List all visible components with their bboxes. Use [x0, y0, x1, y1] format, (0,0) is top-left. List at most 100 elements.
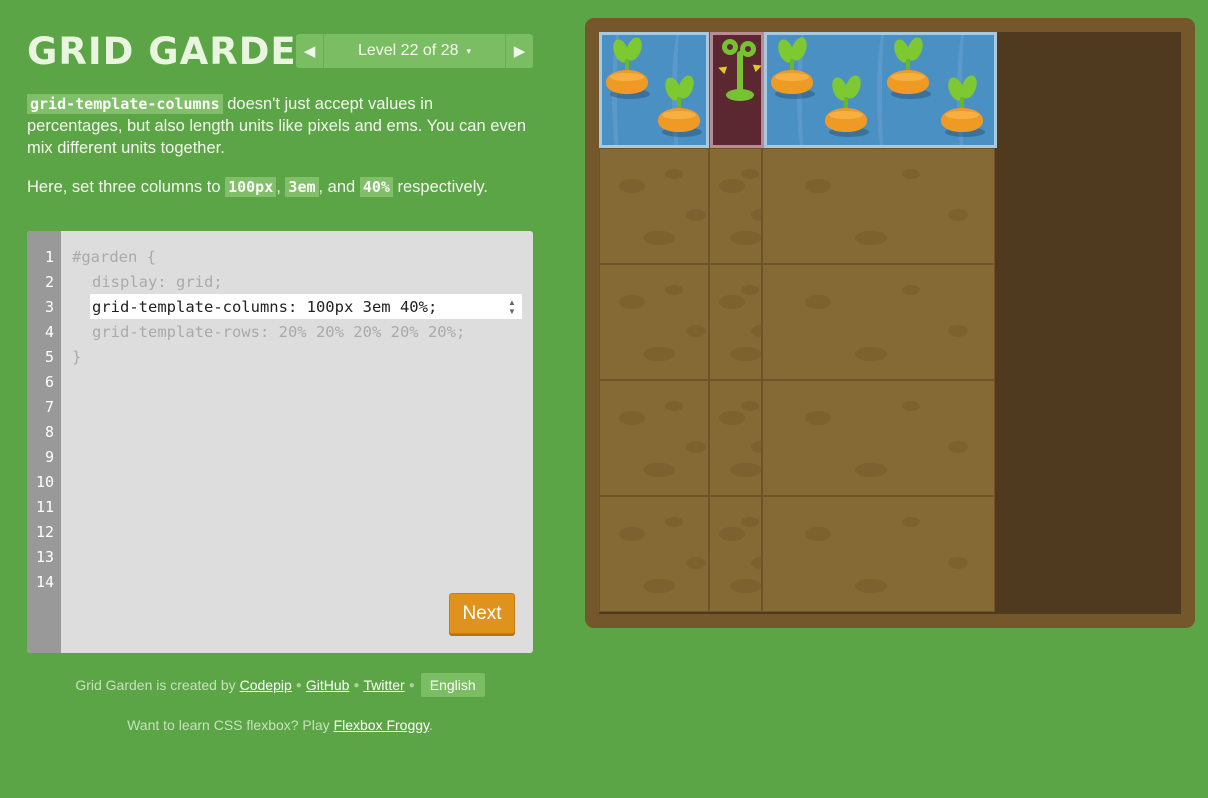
triangle-down-icon: ▼: [508, 306, 516, 316]
app-title: GRID GARDEN: [27, 30, 329, 73]
code-line: #garden {: [72, 248, 156, 266]
pebble: [804, 411, 831, 425]
pebble: [804, 295, 831, 309]
line-number: 12: [35, 523, 54, 541]
pebble: [740, 401, 759, 411]
code-input-row: ▲▼: [90, 294, 522, 319]
weed-bed: [710, 32, 764, 148]
level-indicator-dropdown[interactable]: Level 22 of 28 ▾: [324, 42, 505, 60]
pebble: [947, 557, 968, 569]
bullet-separator: ●: [295, 679, 302, 691]
line-number-gutter: 1 2 3 4 5 6 7 8 9 10 11 12 13 14: [27, 231, 61, 653]
next-level-button[interactable]: ▶: [505, 34, 533, 68]
line-number: 1: [44, 248, 54, 266]
pebble: [719, 179, 746, 193]
soil-cell: [709, 264, 762, 380]
pebble: [750, 325, 761, 337]
pebble: [730, 231, 761, 245]
instruction-text: respectively.: [392, 178, 488, 196]
caret-down-icon: ▾: [466, 45, 472, 56]
soil-cell: [762, 264, 995, 380]
triangle-up-icon: ▲: [508, 297, 516, 307]
instruction-text: Here, set three columns to: [27, 178, 226, 196]
carrot-icon: [606, 35, 650, 99]
line-number: 7: [44, 398, 54, 416]
twitter-link[interactable]: Twitter: [363, 677, 404, 693]
code-term: 3em: [285, 177, 319, 197]
soil-cell: [599, 148, 709, 264]
flexbox-froggy-link[interactable]: Flexbox Froggy: [334, 717, 429, 733]
flexbox-suffix: .: [429, 717, 433, 733]
line-number: 11: [35, 498, 54, 516]
pebble: [619, 527, 646, 541]
next-button[interactable]: Next: [449, 593, 515, 634]
codepip-link[interactable]: Codepip: [240, 677, 292, 693]
line-number: 14: [35, 573, 54, 591]
code-line: grid-template-rows: 20% 20% 20% 20% 20%;: [92, 323, 466, 341]
carrot-icon: [658, 73, 702, 137]
pebble: [643, 579, 676, 593]
pebble: [740, 285, 759, 295]
code-editor: 1 2 3 4 5 6 7 8 9 10 11 12 13 14 #garden { display: g…: [27, 231, 533, 653]
pebble: [686, 557, 707, 569]
pebble: [855, 231, 888, 245]
line-number: 3: [44, 298, 54, 316]
pebble: [643, 347, 676, 361]
water-bed-1: [599, 32, 709, 148]
pebble: [643, 231, 676, 245]
pebble: [947, 209, 968, 221]
water-bed-2: [764, 32, 997, 148]
line-number: 10: [35, 473, 54, 491]
github-link[interactable]: GitHub: [306, 677, 350, 693]
pebble: [719, 411, 746, 425]
soil-cell: [599, 496, 709, 612]
bullet-separator: ●: [408, 679, 415, 691]
soil-cell: [762, 380, 995, 496]
code-line: display: grid;: [92, 273, 223, 291]
carrot-icon: [771, 35, 815, 99]
footer-flexbox: Want to learn CSS flexbox? Play Flexbox …: [27, 717, 533, 733]
pebble: [804, 179, 831, 193]
pebble: [804, 527, 831, 541]
pebble: [730, 347, 761, 361]
level-label: Level 22 of 28: [357, 42, 459, 59]
soil-cell: [709, 496, 762, 612]
pebble: [664, 401, 683, 411]
pebble: [686, 209, 707, 221]
pebble: [664, 169, 683, 179]
pebble: [664, 517, 683, 527]
soil-cell: [762, 496, 995, 612]
pebble: [901, 401, 920, 411]
line-number: 6: [44, 373, 54, 391]
previous-level-button[interactable]: ◀: [296, 34, 324, 68]
pebble: [901, 285, 920, 295]
pebble: [947, 325, 968, 337]
carrot-icon: [887, 35, 931, 99]
pebble: [901, 169, 920, 179]
resize-stepper[interactable]: ▲ ▼: [504, 296, 520, 317]
language-selector[interactable]: English: [420, 673, 485, 697]
line-number: 8: [44, 423, 54, 441]
credits-text: Grid Garden is created by: [75, 677, 236, 693]
soil-cell: [709, 380, 762, 496]
line-number: 9: [44, 448, 54, 466]
pebble: [740, 517, 759, 527]
css-code-input[interactable]: [90, 297, 460, 316]
flexbox-text: Want to learn CSS flexbox? Play: [127, 717, 334, 733]
pebble: [730, 463, 761, 477]
garden-board: [585, 18, 1195, 628]
pebble: [619, 411, 646, 425]
soil-cell: [762, 148, 995, 264]
pebble: [686, 325, 707, 337]
pebble: [750, 441, 761, 453]
pebble: [719, 295, 746, 309]
pebble: [750, 557, 761, 569]
pebble: [664, 285, 683, 295]
pebble: [686, 441, 707, 453]
line-number: 13: [35, 548, 54, 566]
line-number: 4: [44, 323, 54, 341]
soil-cell: [599, 264, 709, 380]
arrow-left-icon: ◀: [303, 43, 316, 60]
pebble: [855, 347, 888, 361]
pebble: [901, 517, 920, 527]
